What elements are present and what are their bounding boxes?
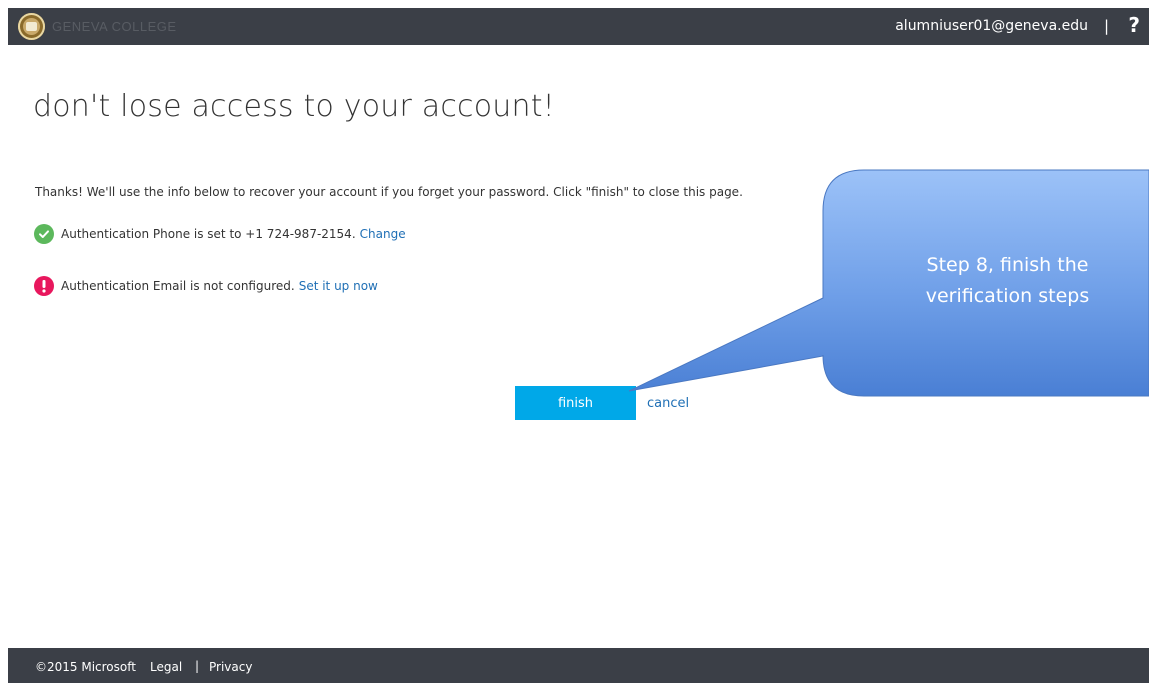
footer: ©2015 Microsoft Legal | Privacy bbox=[8, 648, 1149, 683]
footer-separator: | bbox=[195, 659, 200, 673]
check-circle-icon bbox=[34, 224, 54, 244]
cancel-link[interactable]: cancel bbox=[647, 396, 689, 411]
change-phone-link[interactable]: Change bbox=[360, 227, 406, 241]
header-separator: | bbox=[1103, 17, 1109, 35]
email-status-row: Authentication Email is not configured. … bbox=[34, 275, 378, 297]
callout-text: Step 8, finish the verification steps bbox=[925, 254, 1090, 307]
legal-link[interactable]: Legal bbox=[150, 660, 182, 674]
phone-status-row: Authentication Phone is set to +1 724-98… bbox=[34, 223, 406, 245]
copyright-text: ©2015 Microsoft bbox=[35, 660, 136, 674]
signed-in-user[interactable]: alumniuser01@geneva.edu bbox=[895, 18, 1088, 34]
help-icon[interactable]: ? bbox=[1128, 13, 1140, 37]
setup-email-link[interactable]: Set it up now bbox=[299, 279, 378, 293]
email-status-text: Authentication Email is not configured. bbox=[61, 279, 295, 293]
page: GENEVA COLLEGE alumniuser01@geneva.edu |… bbox=[0, 0, 1149, 683]
finish-button[interactable]: finish bbox=[515, 386, 636, 420]
privacy-link[interactable]: Privacy bbox=[209, 660, 252, 674]
top-bar: GENEVA COLLEGE alumniuser01@geneva.edu |… bbox=[8, 8, 1149, 45]
org-name: GENEVA COLLEGE bbox=[52, 19, 177, 34]
college-seal-logo bbox=[18, 13, 45, 40]
exclamation-circle-icon bbox=[34, 276, 54, 296]
phone-status-text: Authentication Phone is set to +1 724-98… bbox=[61, 227, 356, 241]
page-title: don't lose access to your account! bbox=[33, 89, 555, 124]
intro-text: Thanks! We'll use the info below to reco… bbox=[35, 185, 743, 199]
